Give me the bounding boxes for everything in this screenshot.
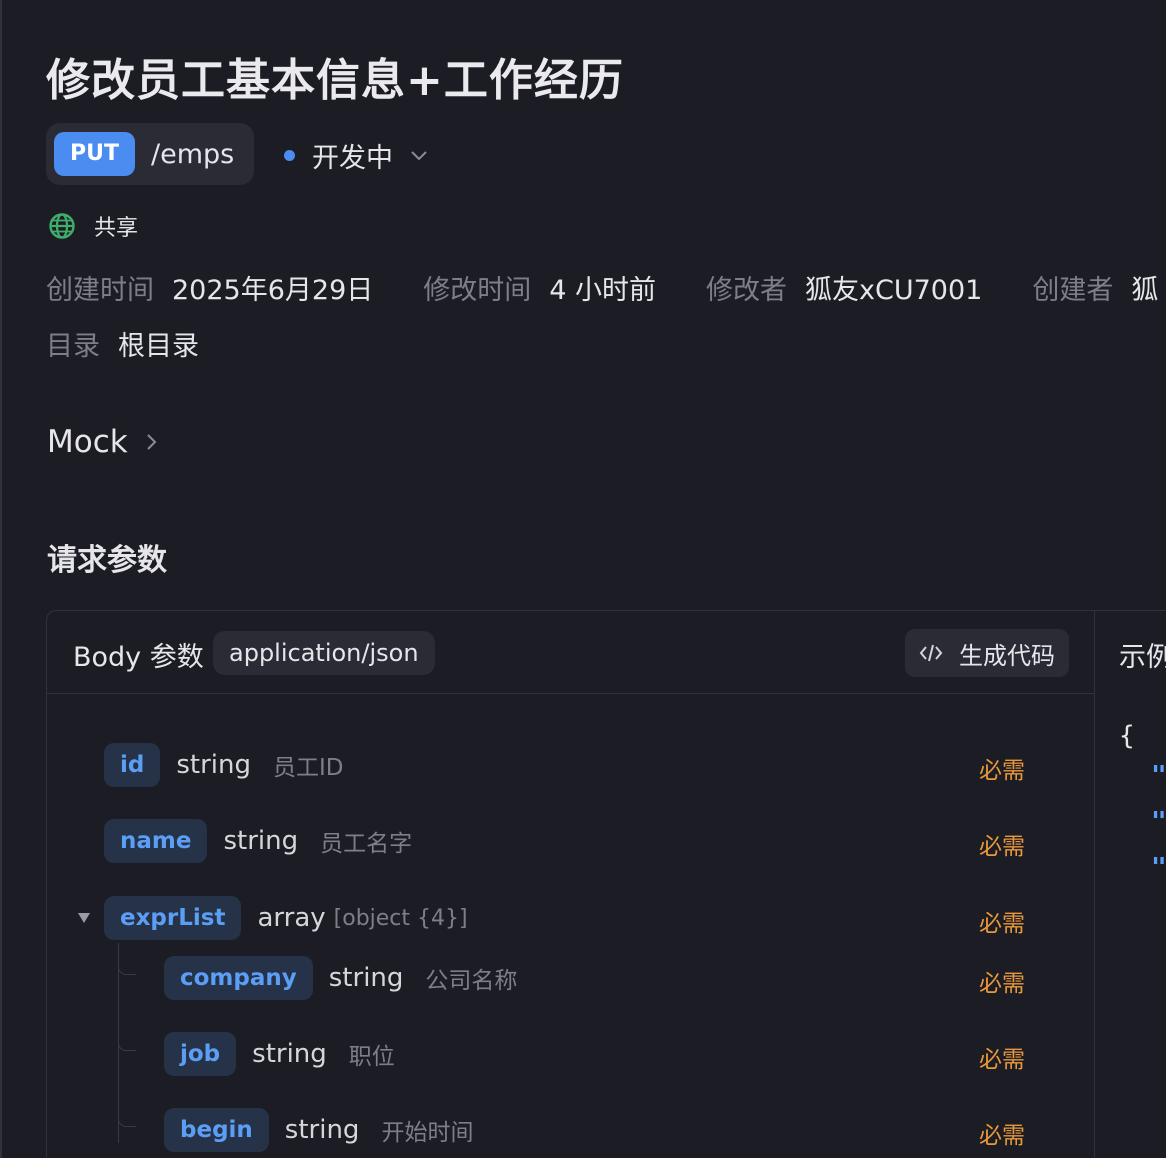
mock-label: Mock	[47, 424, 128, 460]
status-label: 开发中	[312, 143, 393, 174]
required-label: 必需	[979, 758, 1025, 784]
tree-branch	[118, 1115, 136, 1127]
panel-divider	[1094, 611, 1095, 1158]
required-label: 必需	[979, 1047, 1025, 1073]
required-label: 必需	[979, 834, 1025, 860]
param-name: id	[104, 743, 161, 787]
example-open-brace: {	[1119, 721, 1135, 751]
param-type: string	[252, 1039, 327, 1069]
api-detail-page: 修改员工基本信息+工作经历 PUT /emps 开发中 共享 创建时间 2025…	[0, 0, 1166, 1158]
page-title: 修改员工基本信息+工作经历	[46, 55, 624, 106]
param-type-detail: [object {4}]	[333, 905, 468, 931]
required-label: 必需	[979, 911, 1025, 937]
param-description: 员工ID	[273, 755, 344, 781]
body-params-panel: Body 参数 application/json 生成代码 示例 { " " "…	[46, 610, 1166, 1158]
directory-value[interactable]: 根目录	[118, 324, 199, 363]
param-description: 员工名字	[320, 831, 413, 857]
param-description: 职位	[348, 1044, 395, 1070]
endpoint-path: /emps	[151, 138, 235, 170]
param-row[interactable]: exprList array [object {4}]	[104, 895, 468, 941]
param-row[interactable]: company string 公司名称	[164, 955, 517, 1001]
endpoint-pill[interactable]: PUT /emps	[46, 123, 255, 185]
chevron-right-icon	[147, 434, 157, 450]
body-params-header: Body 参数 application/json 生成代码	[47, 611, 1095, 694]
param-name: name	[104, 819, 208, 863]
param-type: string	[328, 963, 404, 993]
param-description: 公司名称	[425, 968, 518, 994]
example-label: 示例	[1119, 642, 1166, 673]
directory-row: 目录 根目录	[46, 324, 199, 363]
required-label: 必需	[979, 971, 1025, 997]
param-type: string	[223, 826, 299, 856]
collapse-caret-icon[interactable]	[77, 912, 91, 924]
param-name: job	[164, 1032, 237, 1076]
param-type: string	[176, 750, 251, 780]
generate-code-label: 生成代码	[959, 641, 1055, 670]
code-icon	[919, 644, 943, 662]
modified-time-label: 修改时间	[423, 275, 532, 306]
example-key-quote: "	[1151, 761, 1166, 791]
generate-code-button[interactable]: 生成代码	[905, 629, 1069, 677]
param-name: begin	[164, 1108, 269, 1152]
param-name: exprList	[104, 896, 242, 940]
param-row[interactable]: job string 职位	[164, 1031, 395, 1077]
param-type: string	[284, 1115, 360, 1145]
example-key-quote: "	[1151, 807, 1166, 837]
directory-label: 目录	[46, 331, 100, 362]
param-row[interactable]: begin string 开始时间	[164, 1107, 473, 1153]
request-params-title: 请求参数	[47, 543, 167, 578]
content-type-badge[interactable]: application/json	[213, 631, 435, 675]
tree-branch	[118, 963, 136, 975]
mock-section-toggle[interactable]: Mock	[47, 424, 158, 460]
body-params-label: Body 参数	[73, 642, 204, 673]
created-time-label: 创建时间	[46, 275, 154, 306]
param-name: company	[164, 956, 313, 1000]
param-type: array	[257, 903, 326, 933]
http-method-badge: PUT	[54, 132, 135, 176]
required-label: 必需	[979, 1123, 1025, 1149]
modifier-value: 狐友xCU7001	[805, 275, 983, 306]
chevron-down-icon	[411, 150, 427, 160]
created-time-value: 2025年6月29日	[172, 275, 374, 306]
param-row[interactable]: id string 员工ID	[104, 742, 344, 788]
tree-branch	[118, 1039, 136, 1051]
status-dot-icon	[284, 150, 295, 161]
creator-value: 狐	[1131, 275, 1159, 306]
creator-label: 创建者	[1032, 275, 1114, 306]
param-description: 开始时间	[381, 1120, 474, 1146]
share-status[interactable]: 共享	[48, 210, 138, 242]
example-key-quote: "	[1151, 853, 1166, 883]
meta-info-row: 创建时间 2025年6月29日 修改时间 4 小时前 修改者 狐友xCU7001…	[46, 268, 1158, 307]
status-dropdown[interactable]: 开发中	[284, 136, 429, 175]
param-row[interactable]: name string 员工名字	[104, 818, 412, 864]
share-label: 共享	[94, 216, 139, 241]
globe-icon	[49, 213, 75, 239]
modifier-label: 修改者	[706, 275, 788, 306]
modified-time-value: 4 小时前	[549, 275, 657, 306]
